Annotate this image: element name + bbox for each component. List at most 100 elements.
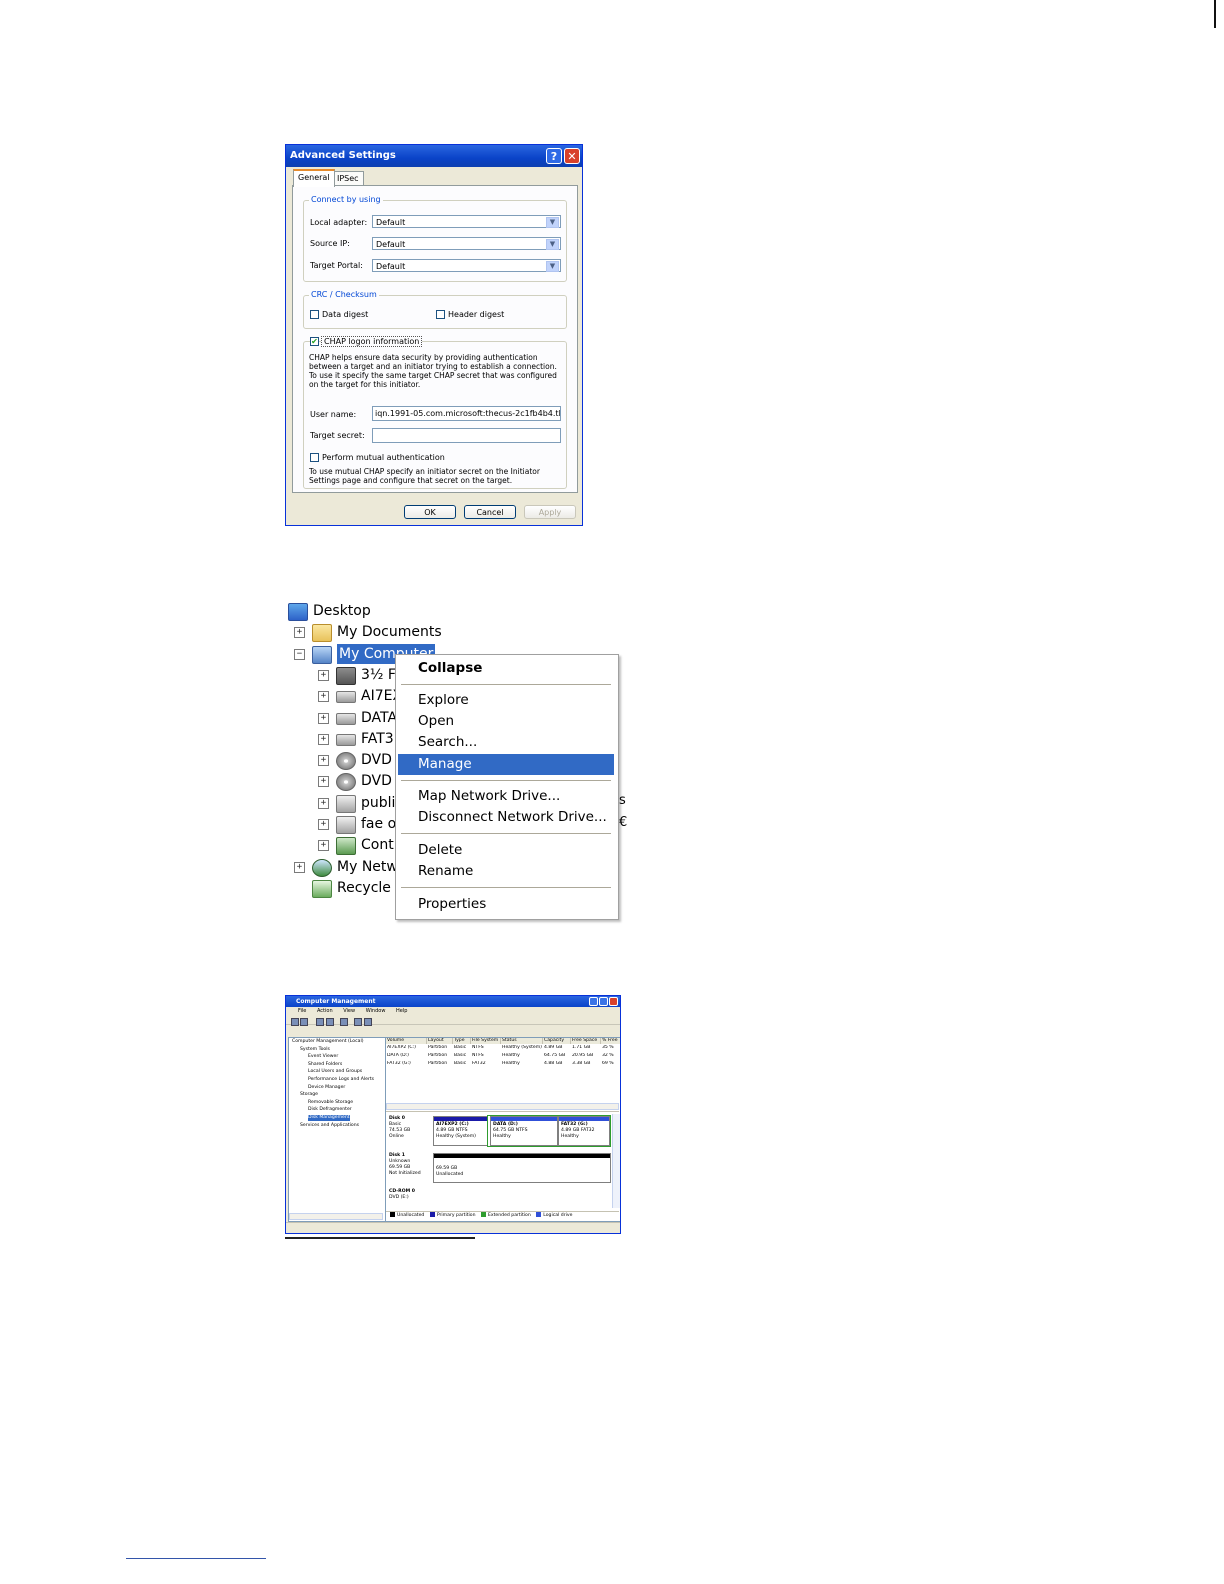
horizontal-scrollbar[interactable] (386, 1103, 619, 1110)
data-digest-checkbox[interactable] (310, 310, 319, 319)
menu-item-properties[interactable]: Properties (398, 894, 614, 915)
collapse-icon[interactable]: − (294, 648, 305, 660)
menu-item-manage[interactable]: Manage (398, 754, 614, 775)
ok-button[interactable]: OK (404, 505, 456, 519)
show-tree-icon[interactable] (326, 1018, 334, 1026)
column-header[interactable]: Volume (386, 1038, 427, 1044)
menu-item-rename[interactable]: Rename (398, 861, 614, 882)
tree-item[interactable]: + My Documents (286, 622, 616, 643)
expand-icon[interactable]: + (318, 797, 329, 809)
column-header[interactable]: Capacity (543, 1038, 571, 1044)
menu-item-disconnect-network-drive[interactable]: Disconnect Network Drive... (398, 807, 614, 828)
mutual-auth-checkbox[interactable] (310, 453, 319, 462)
back-icon[interactable] (291, 1018, 299, 1026)
apply-button[interactable]: Apply (524, 505, 576, 519)
console-tree-item[interactable]: Storage (300, 1092, 318, 1098)
column-header[interactable]: Free Space (571, 1038, 601, 1044)
table-row[interactable]: AI7EXP2 (C:) Partition Basic NTFS Healthy (S… (386, 1045, 619, 1052)
menu-item-collapse[interactable]: Collapse (398, 658, 614, 679)
menu-action[interactable]: Action (317, 1008, 333, 1014)
expand-icon[interactable]: + (294, 627, 305, 639)
expand-icon[interactable]: + (318, 691, 329, 703)
console-tree-item[interactable]: Disk Defragmenter (308, 1107, 352, 1113)
console-tree-item[interactable]: Event Viewer (308, 1054, 338, 1060)
menu-window[interactable]: Window (366, 1008, 386, 1014)
minimize-icon[interactable] (589, 997, 598, 1006)
tab-general[interactable]: General (293, 169, 335, 187)
partition-d[interactable]: DATA (D:) 64.75 GB NTFS Healthy (490, 1116, 558, 1146)
partition-g[interactable]: FAT32 (G:) 4.89 GB FAT32 Healthy (558, 1116, 610, 1146)
expand-icon[interactable]: + (294, 861, 305, 873)
pane-splitter[interactable] (386, 1111, 619, 1112)
properties-icon[interactable] (340, 1018, 348, 1026)
expand-icon[interactable]: + (318, 755, 329, 767)
source-ip-label: Source IP: (310, 239, 350, 248)
maximize-icon[interactable] (599, 997, 608, 1006)
console-tree-item[interactable]: System Tools (300, 1047, 330, 1053)
console-tree-item[interactable]: Local Users and Groups (308, 1069, 362, 1075)
console-tree-item[interactable]: Performance Logs and Alerts (308, 1077, 374, 1083)
horizontal-scrollbar[interactable] (289, 1213, 383, 1220)
menu-item-delete[interactable]: Delete (398, 840, 614, 861)
expand-icon[interactable]: + (318, 712, 329, 724)
table-cell: Healthy (502, 1061, 520, 1066)
menu-item-search[interactable]: Search... (398, 732, 614, 753)
cancel-button[interactable]: Cancel (464, 505, 516, 519)
tree-item[interactable]: Desktop (286, 601, 616, 621)
expand-icon[interactable]: + (318, 669, 329, 681)
forward-icon[interactable] (300, 1018, 308, 1026)
computer-management-window: Computer Management File Action View Win… (285, 995, 621, 1234)
vertical-scrollbar[interactable] (612, 1114, 620, 1208)
export-icon[interactable] (364, 1018, 372, 1026)
partition-g-status: Healthy (561, 1134, 579, 1139)
chevron-down-icon[interactable]: ▼ (546, 261, 559, 272)
chevron-down-icon[interactable]: ▼ (546, 217, 559, 228)
console-tree-item[interactable]: Device Manager (308, 1085, 345, 1091)
help-icon[interactable]: ? (546, 148, 562, 164)
up-icon[interactable] (316, 1018, 324, 1026)
help-icon[interactable] (354, 1018, 362, 1026)
chap-logon-checkbox[interactable]: ✔ (310, 337, 319, 346)
tree-item-label: FAT3 (361, 730, 394, 747)
menu-item-map-network-drive[interactable]: Map Network Drive... (398, 786, 614, 807)
menu-item-open[interactable]: Open (398, 711, 614, 732)
expand-icon[interactable]: + (318, 819, 329, 830)
expand-icon[interactable]: + (318, 776, 329, 788)
target-portal-select[interactable]: Default ▼ (372, 259, 561, 272)
page-edge-rule (1214, 0, 1216, 28)
header-digest-label: Header digest (448, 310, 505, 319)
header-digest-checkbox[interactable] (436, 310, 445, 319)
column-header[interactable]: Layout (427, 1038, 453, 1044)
table-row[interactable]: FAT32 (G:) Partition Basic FAT32 Healthy 4.88… (386, 1061, 619, 1068)
console-tree-item[interactable]: Shared Folders (308, 1062, 342, 1068)
expand-icon[interactable]: + (318, 840, 329, 852)
user-name-input[interactable]: iqn.1991-05.com.microsoft:thecus-2c1fb4b… (372, 406, 561, 421)
close-icon[interactable]: ✕ (564, 148, 580, 164)
partition-c[interactable]: AI7EXP2 (C:) 4.89 GB NTFS Healthy (Syste… (433, 1116, 488, 1146)
close-icon[interactable] (609, 997, 618, 1006)
advanced-settings-dialog: Advanced Settings ? ✕ General IPSec Conn… (285, 144, 583, 526)
column-header[interactable]: Type (453, 1038, 471, 1044)
menu-view[interactable]: View (343, 1008, 355, 1014)
expand-icon[interactable]: + (318, 733, 329, 745)
menu-file[interactable]: File (298, 1008, 306, 1014)
console-tree-item[interactable]: Disk Management (308, 1115, 350, 1121)
menu-help[interactable]: Help (396, 1008, 407, 1014)
disk1-unallocated[interactable]: 69.59 GB Unallocated (433, 1153, 611, 1183)
target-secret-input[interactable] (372, 428, 561, 443)
menu-item-explore[interactable]: Explore (398, 690, 614, 711)
source-ip-select[interactable]: Default ▼ (372, 237, 561, 250)
tab-ipsec[interactable]: IPSec (332, 171, 364, 186)
table-row[interactable]: DATA (D:) Partition Basic NTFS Healthy 64.75 … (386, 1053, 619, 1060)
data-digest-label: Data digest (322, 310, 369, 319)
column-header[interactable]: File System (471, 1038, 501, 1044)
console-tree-item[interactable]: Computer Management (Local) (292, 1039, 364, 1045)
console-tree-item[interactable]: Services and Applications (300, 1123, 359, 1129)
table-cell: 4.88 GB (544, 1061, 563, 1066)
local-adapter-select[interactable]: Default ▼ (372, 215, 561, 228)
console-tree-item[interactable]: Removable Storage (308, 1100, 353, 1106)
column-header[interactable]: % Free (601, 1038, 620, 1044)
column-header[interactable]: Status (501, 1038, 543, 1044)
tree-item-label: Contr (361, 837, 400, 854)
chevron-down-icon[interactable]: ▼ (546, 239, 559, 250)
